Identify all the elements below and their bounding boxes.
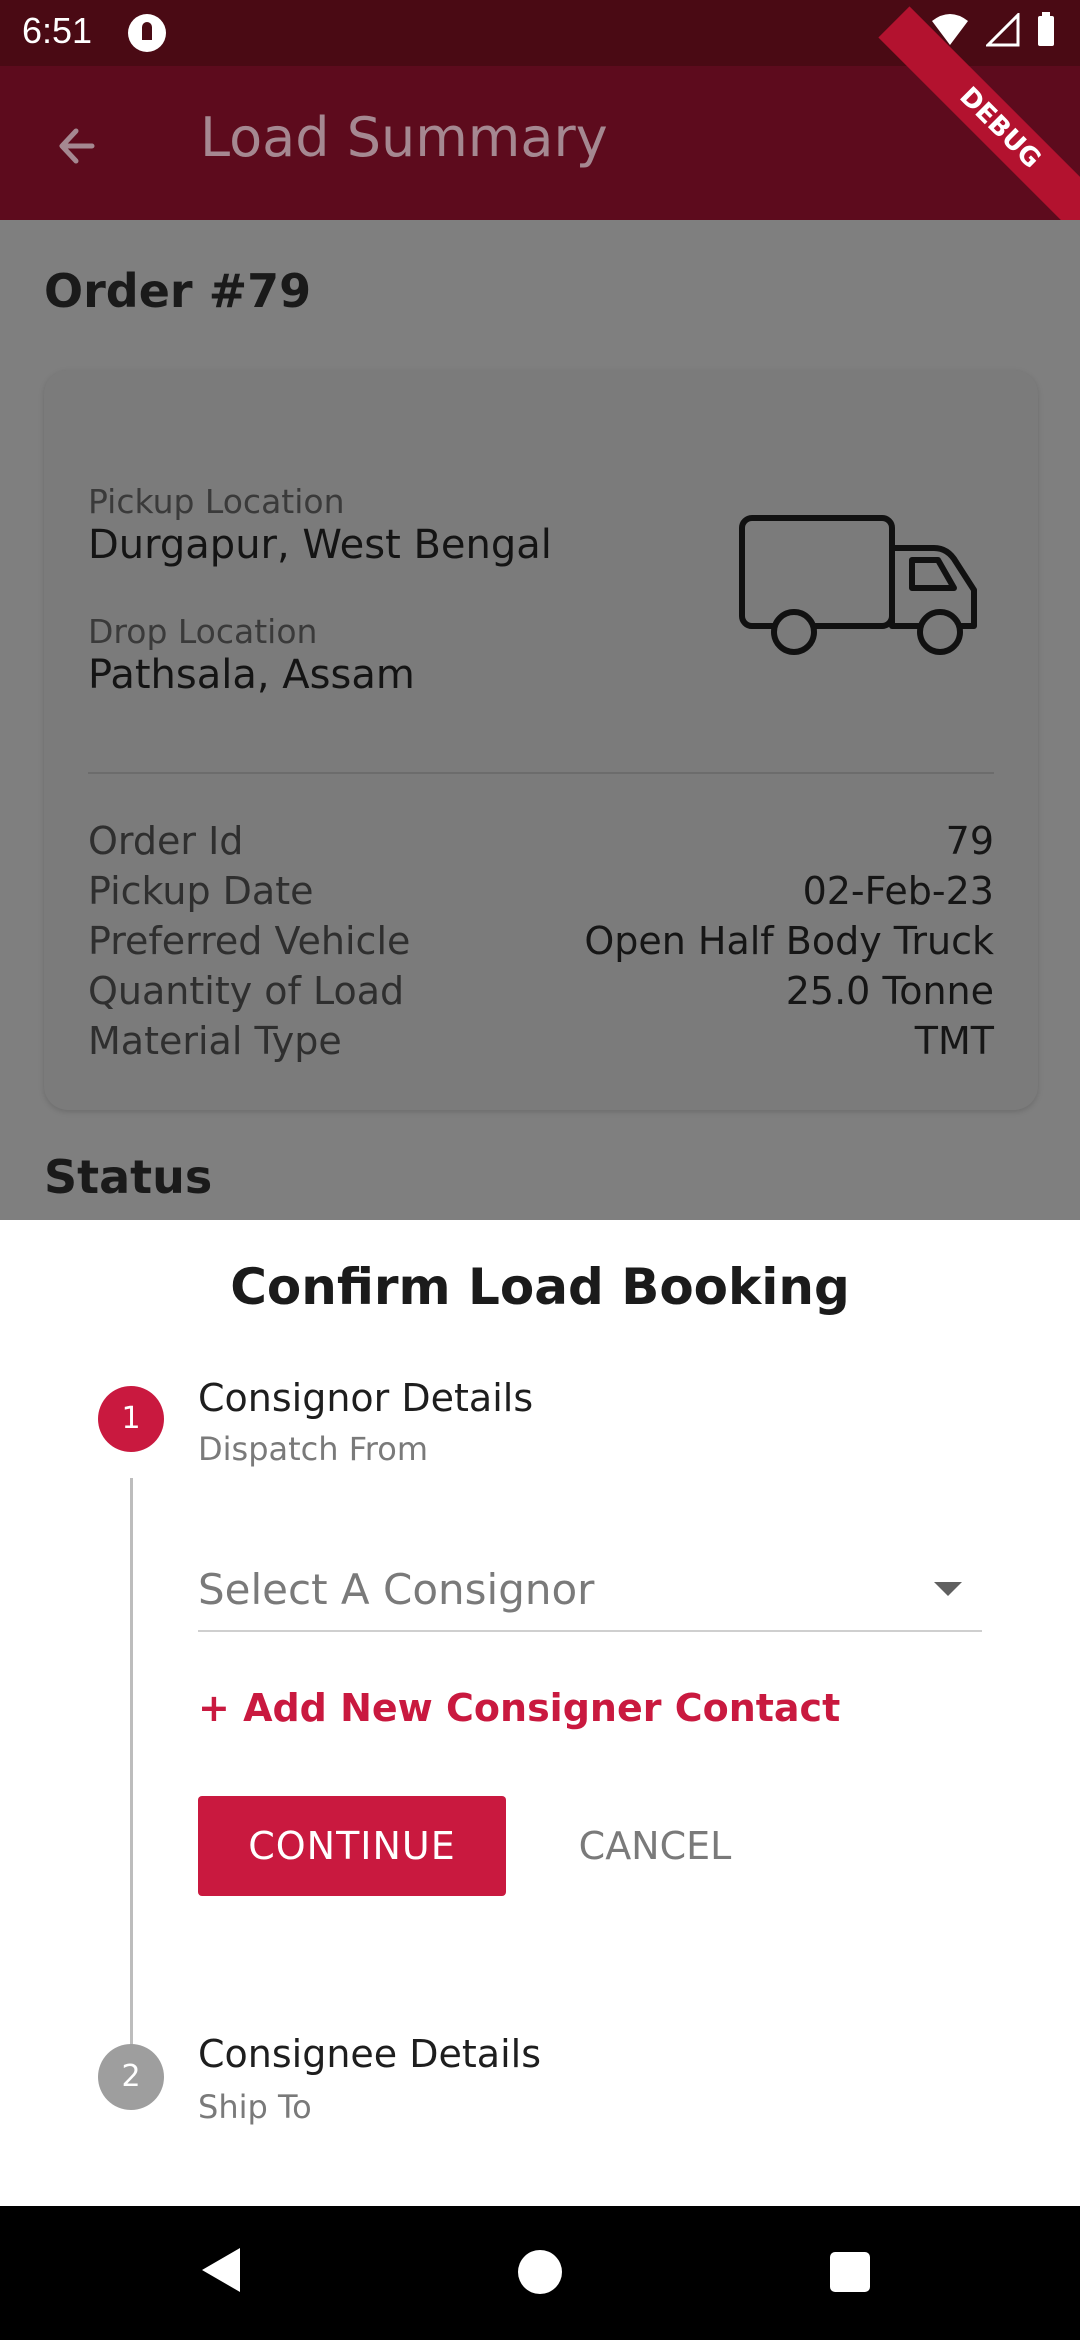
app-bar: Load Summary DEBUG — [0, 6, 1080, 250]
detail-key: Preferred Vehicle — [88, 919, 411, 963]
cancel-button[interactable]: CANCEL — [540, 1796, 770, 1896]
detail-key: Pickup Date — [88, 869, 314, 913]
sheet-title: Confirm Load Booking — [230, 1258, 850, 1316]
back-arrow-icon[interactable] — [48, 116, 108, 176]
drop-value: Pathsala, Assam — [88, 652, 415, 698]
status-icons — [930, 12, 1056, 48]
drop-label: Drop Location — [88, 612, 318, 651]
nav-back-icon[interactable] — [202, 2248, 240, 2292]
consignor-select-placeholder: Select A Consignor — [198, 1564, 595, 1614]
system-nav-bar — [0, 2206, 1080, 2340]
status-time: 6:51 — [22, 10, 93, 51]
detail-value: 02-Feb-23 — [802, 869, 994, 913]
order-card: Pickup Location Durgapur, West Bengal Dr… — [44, 370, 1038, 1110]
step-1-indicator[interactable]: 1 — [98, 1386, 164, 1452]
status-heading: Status — [44, 1150, 213, 1204]
page-title: Load Summary — [200, 106, 608, 169]
detail-key: Quantity of Load — [88, 969, 405, 1013]
detail-key: Order Id — [88, 819, 244, 863]
battery-icon — [1038, 12, 1054, 46]
continue-button[interactable]: CONTINUE — [198, 1796, 506, 1896]
order-title: Order #79 — [44, 264, 312, 318]
detail-value: Open Half Body Truck — [584, 919, 994, 963]
signal-icon — [986, 13, 1020, 47]
step-2-title[interactable]: Consignee Details — [198, 2032, 541, 2076]
detail-row-order-id: Order Id 79 — [88, 816, 994, 866]
detail-value: 25.0 Tonne — [785, 969, 994, 1013]
order-summary-content: Order #79 Pickup Location Durgapur, West… — [0, 220, 1080, 1220]
card-divider — [88, 772, 994, 774]
step-1-subtitle: Dispatch From — [198, 1430, 428, 1468]
detail-value: TMT — [914, 1019, 994, 1063]
nav-recents-icon[interactable] — [830, 2252, 870, 2292]
detail-row-quantity: Quantity of Load 25.0 Tonne — [88, 966, 994, 1016]
stepper-connector — [130, 1478, 133, 2048]
add-consigner-link[interactable]: + Add New Consigner Contact — [198, 1686, 840, 1730]
detail-row-pickup-date: Pickup Date 02-Feb-23 — [88, 866, 994, 916]
step-2-subtitle: Ship To — [198, 2088, 312, 2126]
step-2-indicator[interactable]: 2 — [98, 2044, 164, 2110]
detail-row-material-type: Material Type TMT — [88, 1016, 994, 1066]
detail-key: Material Type — [88, 1019, 342, 1063]
detail-row-preferred-vehicle: Preferred Vehicle Open Half Body Truck — [88, 916, 994, 966]
pickup-label: Pickup Location — [88, 482, 345, 521]
pickup-value: Durgapur, West Bengal — [88, 522, 552, 568]
nav-home-icon[interactable] — [518, 2250, 562, 2294]
app-notification-icon — [128, 14, 166, 52]
consignor-select[interactable]: Select A Consignor — [198, 1548, 982, 1632]
detail-value: 79 — [945, 819, 994, 863]
confirm-booking-sheet: Confirm Load Booking 1 Consignor Details… — [0, 1226, 1080, 2206]
step-1-title[interactable]: Consignor Details — [198, 1376, 533, 1420]
dropdown-arrow-icon — [934, 1582, 962, 1596]
truck-icon — [739, 515, 977, 655]
